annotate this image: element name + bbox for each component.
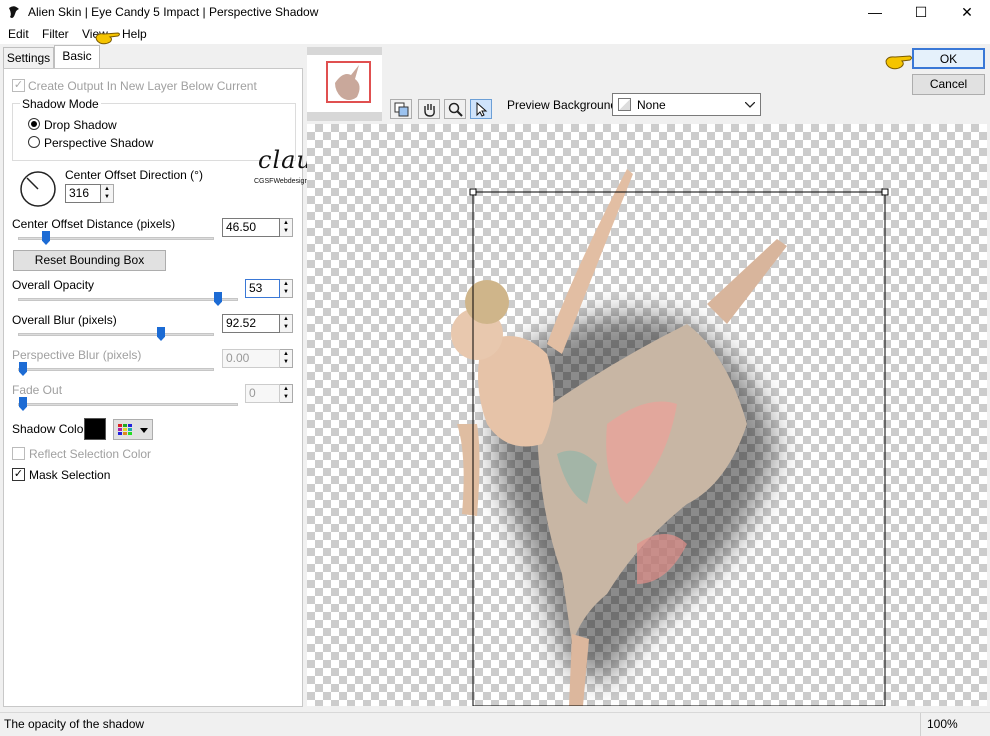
mask-selection-checkbox[interactable]: ✓ [12, 468, 25, 481]
hand-icon [424, 104, 435, 117]
navigator-panel[interactable] [307, 47, 382, 121]
center-offset-distance-label: Center Offset Distance (pixels) [12, 217, 176, 231]
status-message: The opacity of the shadow [4, 717, 145, 731]
reset-bounding-box-button[interactable]: Reset Bounding Box [13, 250, 166, 271]
close-icon: ✕ [961, 3, 973, 20]
preview-toggle-button[interactable] [390, 99, 412, 119]
chevron-down-icon [745, 102, 755, 108]
palette-icon [118, 424, 132, 435]
color-picker-dropdown[interactable] [113, 419, 153, 440]
thumbnail-viewport-frame[interactable] [326, 61, 371, 103]
status-divider [920, 713, 921, 736]
minimize-button[interactable]: — [852, 0, 898, 24]
app-icon [9, 6, 19, 18]
create-output-checkbox[interactable]: ✓ [12, 79, 25, 92]
window-title: Alien Skin | Eye Candy 5 Impact | Perspe… [28, 5, 319, 19]
watermark-sub: CGSFWebdesign [254, 178, 309, 185]
perspective-blur-label: Perspective Blur (pixels) [12, 348, 142, 362]
magnifier-icon [448, 102, 463, 117]
navigator-thumbnail [307, 55, 382, 112]
overall-blur-slider[interactable] [157, 327, 165, 341]
shadow-color-label: Shadow Color [12, 422, 88, 436]
shadow-mode-label: Shadow Mode [20, 97, 101, 111]
shadow-color-swatch[interactable] [84, 418, 106, 440]
direction-dial[interactable] [18, 169, 58, 209]
overall-blur-track[interactable] [18, 333, 214, 336]
mask-selection-label: Mask Selection [29, 468, 111, 482]
hand-tool-button[interactable] [418, 99, 440, 119]
fade-out-stepper[interactable]: ▲ ▼ [280, 384, 293, 403]
menu-help[interactable]: Help [122, 27, 147, 41]
ok-button[interactable]: OK [912, 48, 985, 69]
center-offset-direction-stepper[interactable]: ▲ ▼ [101, 184, 114, 203]
menu-bar: Edit Filter View Help [0, 24, 990, 45]
arrow-cursor-icon [476, 102, 488, 117]
overall-opacity-slider[interactable] [214, 292, 222, 306]
perspective-blur-field[interactable]: 0.00 [222, 349, 280, 368]
center-offset-distance-slider[interactable] [42, 231, 50, 245]
chevron-down-icon [140, 428, 148, 433]
reflect-selection-checkbox[interactable] [12, 447, 25, 460]
preview-background-select[interactable]: None [612, 93, 761, 116]
zoom-level: 100% [927, 717, 958, 731]
drop-shadow-label: Drop Shadow [44, 118, 117, 132]
overall-opacity-label: Overall Opacity [12, 278, 95, 292]
perspective-shadow-radio[interactable] [28, 136, 40, 148]
background-swatch-icon [618, 98, 631, 111]
maximize-icon: ☐ [914, 3, 928, 20]
reflect-selection-label: Reflect Selection Color [29, 447, 152, 461]
close-button[interactable]: ✕ [944, 0, 990, 24]
pointing-hand-icon [885, 55, 912, 70]
preview-image [451, 169, 889, 706]
cancel-button[interactable]: Cancel [912, 74, 985, 95]
fade-out-slider[interactable] [19, 397, 27, 411]
maximize-button[interactable]: ☐ [898, 0, 944, 24]
minimize-icon: — [868, 4, 882, 20]
tab-basic[interactable]: Basic [54, 45, 100, 69]
fade-out-track[interactable] [18, 403, 238, 406]
perspective-blur-stepper[interactable]: ▲ ▼ [280, 349, 293, 368]
tab-settings[interactable]: Settings [3, 47, 54, 69]
preview-background-value: None [637, 98, 666, 112]
preview-background-label: Preview Background: [507, 98, 621, 112]
status-bar: The opacity of the shadow 100% [0, 712, 990, 736]
menu-filter[interactable]: Filter [42, 27, 69, 41]
zoom-tool-button[interactable] [444, 99, 466, 119]
fade-out-label: Fade Out [12, 383, 63, 397]
center-offset-distance-stepper[interactable]: ▲ ▼ [280, 218, 293, 237]
center-offset-direction-label: Center Offset Direction (°) [65, 168, 203, 182]
overall-blur-field[interactable]: 92.52 [222, 314, 280, 333]
title-bar: Alien Skin | Eye Candy 5 Impact | Perspe… [0, 0, 990, 24]
menu-edit[interactable]: Edit [8, 27, 29, 41]
perspective-shadow-label: Perspective Shadow [44, 136, 154, 150]
overall-blur-stepper[interactable]: ▲ ▼ [280, 314, 293, 333]
drop-shadow-radio[interactable] [28, 118, 40, 130]
fade-out-field[interactable]: 0 [245, 384, 280, 403]
overall-opacity-stepper[interactable]: ▲ ▼ [280, 279, 293, 298]
preview-canvas[interactable] [307, 124, 987, 706]
perspective-blur-slider[interactable] [19, 362, 27, 376]
center-offset-direction-field[interactable]: 316 [65, 184, 101, 203]
overall-opacity-track[interactable] [18, 298, 238, 301]
create-output-label: Create Output In New Layer Below Current [28, 79, 257, 93]
overall-opacity-field[interactable]: 53 [245, 279, 280, 298]
center-offset-distance-field[interactable]: 46.50 [222, 218, 280, 237]
perspective-blur-track[interactable] [18, 368, 214, 371]
pointer-tool-button[interactable] [470, 99, 492, 119]
preview-toggle-icon [394, 102, 409, 117]
overall-blur-label: Overall Blur (pixels) [12, 313, 117, 327]
